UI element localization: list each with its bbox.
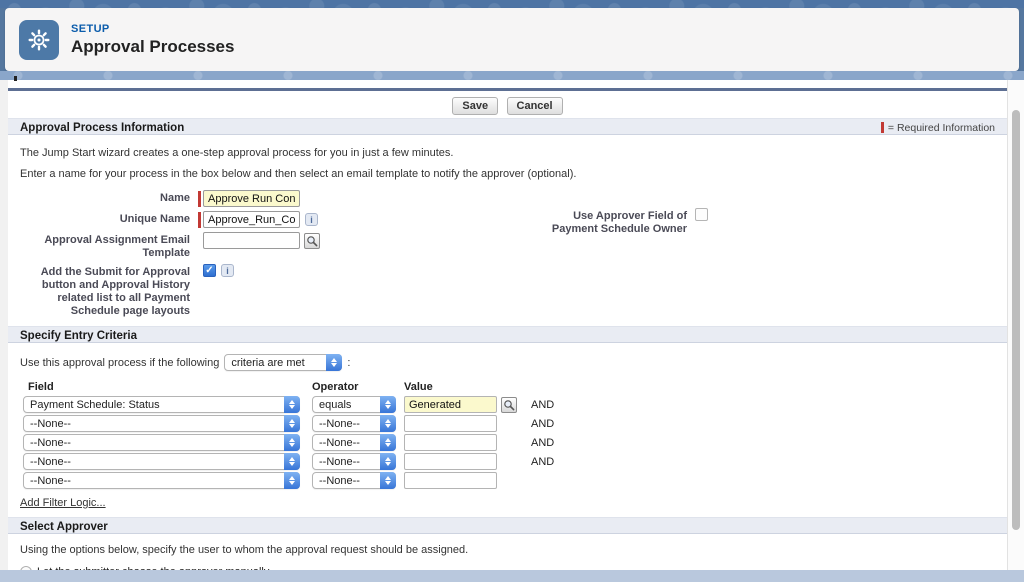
toolbar: Save Cancel	[8, 96, 1007, 116]
field-select[interactable]: --None--	[23, 453, 300, 470]
use-approver-field-row: Use Approver Field of Payment Schedule O…	[530, 208, 708, 236]
name-label: Name	[8, 190, 198, 205]
lookup-magnifier-icon[interactable]	[304, 233, 320, 249]
cancel-button[interactable]: Cancel	[507, 97, 563, 115]
value-input[interactable]	[404, 472, 497, 489]
operator-select[interactable]: --None--	[312, 434, 396, 451]
select-stepper-icon	[284, 472, 300, 489]
criteria-lead: Use this approval process if the followi…	[20, 354, 1007, 371]
field-select[interactable]: --None--	[23, 415, 300, 432]
criteria-row-5: --None-- --None--	[23, 472, 1007, 489]
header-divider-band	[0, 71, 1024, 80]
select-stepper-icon	[380, 453, 396, 470]
email-template-label: Approval Assignment Email Template	[8, 232, 198, 260]
top-chrome-strip	[0, 0, 1024, 8]
select-stepper-icon	[380, 415, 396, 432]
field-select[interactable]: --None--	[23, 472, 300, 489]
operator-select[interactable]: --None--	[312, 453, 396, 470]
email-template-row: Approval Assignment Email Template	[8, 232, 1007, 260]
select-stepper-icon	[326, 354, 342, 371]
required-bar-icon	[198, 212, 201, 228]
required-legend-text: = Required Information	[888, 122, 995, 134]
scrollbar-thumb[interactable]	[1012, 110, 1020, 530]
value-input[interactable]	[404, 396, 497, 413]
operator-select[interactable]: --None--	[312, 415, 396, 432]
lookup-magnifier-icon[interactable]	[501, 397, 517, 413]
required-bar-icon	[198, 191, 201, 207]
select-stepper-icon	[284, 396, 300, 413]
criteria-lead-text: Use this approval process if the followi…	[20, 357, 219, 369]
add-submit-row: Add the Submit for Approval button and A…	[8, 264, 1007, 318]
select-stepper-icon	[380, 472, 396, 489]
form-top-rule	[8, 88, 1007, 91]
unique-name-input[interactable]	[203, 211, 300, 228]
section-title: Approval Process Information	[20, 122, 184, 134]
required-legend: = Required Information	[881, 122, 995, 134]
select-stepper-icon	[380, 434, 396, 451]
scrollbar-track[interactable]	[1008, 80, 1024, 570]
add-submit-label: Add the Submit for Approval button and A…	[8, 264, 198, 318]
conjunction-label: AND	[531, 456, 561, 468]
form-canvas: Save Cancel Approval Process Information…	[8, 80, 1008, 570]
field-select[interactable]: --None--	[23, 434, 300, 451]
clipped-text-fragment	[14, 76, 17, 81]
name-input[interactable]	[203, 190, 300, 207]
page-title: Approval Processes	[71, 37, 234, 57]
intro-line-1: The Jump Start wizard creates a one-step…	[20, 147, 1007, 159]
criteria-row-3: --None-- --None-- AND	[23, 434, 1007, 451]
info-form: Name Unique Name i Approval Assignment E…	[8, 190, 1007, 318]
conjunction-label: AND	[531, 437, 561, 449]
field-select[interactable]: Payment Schedule: Status	[23, 396, 300, 413]
email-template-input[interactable]	[203, 232, 300, 249]
unique-name-row: Unique Name i	[8, 211, 1007, 228]
section-header-specify-entry-criteria: Specify Entry Criteria	[8, 326, 1007, 343]
criteria-lead-suffix: :	[347, 357, 350, 369]
info-icon[interactable]: i	[305, 213, 318, 226]
section-title: Select Approver	[20, 521, 108, 533]
column-header-value: Value	[404, 381, 499, 393]
column-header-operator: Operator	[312, 381, 404, 393]
add-filter-logic-link[interactable]: Add Filter Logic...	[20, 497, 106, 509]
criteria-row-4: --None-- --None-- AND	[23, 453, 1007, 470]
save-button[interactable]: Save	[452, 97, 498, 115]
setup-header: SETUP Approval Processes	[5, 8, 1019, 71]
setup-content-page: Save Cancel Approval Process Information…	[0, 80, 1024, 570]
select-stepper-icon	[284, 453, 300, 470]
column-header-field: Field	[23, 381, 312, 393]
select-stepper-icon	[380, 396, 396, 413]
intro-line-2: Enter a name for your process in the box…	[20, 168, 1007, 180]
use-approver-field-label: Use Approver Field of Payment Schedule O…	[530, 208, 695, 236]
value-input[interactable]	[404, 453, 497, 470]
value-input[interactable]	[404, 434, 497, 451]
conjunction-label: AND	[531, 399, 561, 411]
select-stepper-icon	[284, 415, 300, 432]
name-row: Name	[8, 190, 1007, 207]
criteria-table-header: Field Operator Value	[23, 381, 1007, 393]
section-header-select-approver: Select Approver	[8, 517, 1007, 534]
conjunction-label: AND	[531, 418, 561, 430]
approver-lead: Using the options below, specify the use…	[20, 544, 1007, 556]
unique-name-label: Unique Name	[8, 211, 198, 226]
operator-select[interactable]: --None--	[312, 472, 396, 489]
criteria-table: Field Operator Value Payment Schedule: S…	[8, 381, 1007, 489]
criteria-mode-select[interactable]: criteria are met	[224, 354, 342, 371]
setup-gear-icon	[19, 20, 59, 60]
criteria-row-1: Payment Schedule: Status equals AND	[23, 396, 1007, 413]
add-submit-checkbox[interactable]: ✓	[203, 264, 216, 277]
criteria-row-2: --None-- --None-- AND	[23, 415, 1007, 432]
section-title: Specify Entry Criteria	[20, 330, 137, 342]
operator-select[interactable]: equals	[312, 396, 396, 413]
bottom-chrome-band	[0, 570, 1024, 582]
required-bar-icon	[881, 122, 884, 133]
use-approver-field-checkbox[interactable]	[695, 208, 708, 221]
info-icon[interactable]: i	[221, 264, 234, 277]
value-input[interactable]	[404, 415, 497, 432]
section-header-approval-process-information: Approval Process Information = Required …	[8, 118, 1007, 135]
select-stepper-icon	[284, 434, 300, 451]
setup-breadcrumb: SETUP	[71, 23, 234, 35]
